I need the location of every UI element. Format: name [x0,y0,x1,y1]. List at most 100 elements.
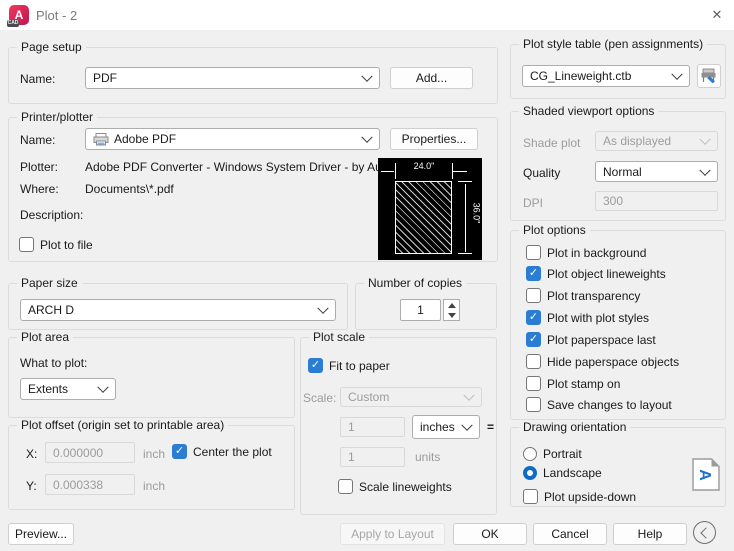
plot-option-label: Hide paperspace objects [547,354,680,369]
chevron-down-icon [671,68,683,80]
ok-button[interactable]: OK [453,523,527,545]
dim-line [458,181,472,182]
plot-area-legend: Plot area [17,330,74,344]
plot-stamp-on-checkbox[interactable] [526,376,541,391]
paper-size-legend: Paper size [17,276,82,290]
page-setup-legend: Page setup [17,40,86,54]
shaded-viewport-legend: Shaded viewport options [519,104,659,118]
dpi-value: 300 [603,194,624,208]
shade-plot-value: As displayed [603,134,672,148]
plot-style-select[interactable]: CG_Lineweight.ctb [522,65,690,87]
scale-unit-select[interactable]: inches [412,415,480,439]
offset-x-label: X: [26,447,38,461]
page-setup-name-label: Name: [20,72,56,86]
autocad-logo-icon: A CAD [7,5,29,27]
plot-option-label: Plot transparency [547,288,641,303]
scale-lineweights-row: Scale lineweights [338,479,452,494]
plot-paperspace-last-checkbox[interactable] [526,332,541,347]
copies-legend: Number of copies [364,276,467,290]
plot-option-row: Plot transparency [526,288,640,303]
scale-unit-value: inches [420,420,455,434]
svg-text:A: A [696,469,713,481]
hide-paperspace-objects-checkbox[interactable] [526,354,541,369]
landscape-radio[interactable] [523,466,537,480]
plot-style-value: CG_Lineweight.ctb [530,69,632,83]
dim-line [453,171,467,172]
plot-scale-legend: Plot scale [309,330,370,344]
plot-with-plot-styles-checkbox[interactable] [526,310,541,325]
plot-option-label: Save changes to layout [547,397,672,412]
preview-button[interactable]: Preview... [8,523,74,545]
portrait-label: Portrait [543,447,582,461]
printer-name-select[interactable]: Adobe PDF [85,128,380,150]
autocad-logo-cad-tag: CAD [7,20,19,27]
shade-plot-label: Shade plot [523,136,581,150]
portrait-row: Portrait [523,447,582,461]
page-setup-name-select[interactable]: PDF [85,67,380,89]
plot-object-lineweights-checkbox[interactable] [526,266,541,281]
scale-paper-value: 1 [348,420,355,434]
plot-option-row: Plot with plot styles [526,310,649,325]
paper-size-select[interactable]: ARCH D [20,299,336,321]
scale-lineweights-label: Scale lineweights [359,479,452,494]
where-label: Where: [20,182,59,196]
close-icon[interactable]: ✕ [709,7,725,23]
quality-select[interactable]: Normal [595,161,718,182]
copies-stepper[interactable] [443,299,460,321]
paper-height-label: 36.0" [471,202,482,224]
properties-button[interactable]: Properties... [390,128,478,150]
offset-x-value: 0.000000 [53,445,104,460]
edit-plot-style-button[interactable] [697,64,721,88]
landscape-row: Landscape [523,466,602,480]
spinner-down-icon[interactable] [447,312,456,318]
plot-transparency-checkbox[interactable] [526,288,541,303]
less-options-button[interactable] [693,521,716,544]
what-to-plot-select[interactable]: Extents [20,378,116,400]
window-title: Plot - 2 [36,8,78,23]
spinner-up-icon[interactable] [447,302,456,308]
plot-to-file-row: Plot to file [19,237,93,252]
scale-select: Custom [340,387,482,407]
what-to-plot-label: What to plot: [20,356,88,370]
chevron-down-icon [699,164,711,176]
scale-drawing-field: 1 [340,447,405,467]
scale-label: Scale: [303,391,337,405]
save-changes-to-layout-checkbox[interactable] [526,397,541,412]
description-label: Description: [20,208,84,222]
plot-in-background-checkbox[interactable] [526,245,541,260]
dim-line [458,253,472,254]
what-to-plot-value: Extents [28,382,69,396]
help-button[interactable]: Help [613,523,687,545]
printer-name-value: Adobe PDF [114,132,177,146]
scale-lineweights-checkbox[interactable] [338,479,353,494]
add-button[interactable]: Add... [390,67,473,89]
plot-dialog: { "colors": {"accent_blue": "#2b7cd3", "… [0,0,734,551]
upside-down-row: Plot upside-down [523,489,636,504]
plot-option-row: Plot paperspace last [526,332,656,347]
chevron-left-icon [700,526,712,539]
plot-to-file-checkbox[interactable] [19,237,34,252]
portrait-radio[interactable] [523,447,537,461]
plot-option-row: Save changes to layout [526,397,672,412]
printer-icon [93,132,109,145]
landscape-page-icon: A [692,458,720,494]
plot-upside-down-checkbox[interactable] [523,489,538,504]
units-label: units [415,450,441,464]
paper-size-value: ARCH D [28,303,75,317]
offset-y-field: 0.000338 [45,474,135,495]
cancel-button[interactable]: Cancel [533,523,607,545]
plot-option-label: Plot stamp on [547,376,621,391]
fit-to-paper-checkbox[interactable] [308,358,323,373]
dim-line [395,163,396,179]
page-setup-name-value: PDF [93,71,117,85]
offset-x-unit: inch [143,447,166,461]
fit-to-paper-row: Fit to paper [308,358,390,373]
dim-line [381,171,394,172]
printer-legend: Printer/plotter [17,110,98,124]
offset-y-label: Y: [26,479,37,493]
plot-option-label: Plot paperspace last [547,332,656,347]
copies-value: 1 [417,303,424,317]
fit-to-paper-label: Fit to paper [329,358,390,373]
copies-input[interactable]: 1 [400,299,441,321]
center-plot-checkbox[interactable] [172,444,187,459]
